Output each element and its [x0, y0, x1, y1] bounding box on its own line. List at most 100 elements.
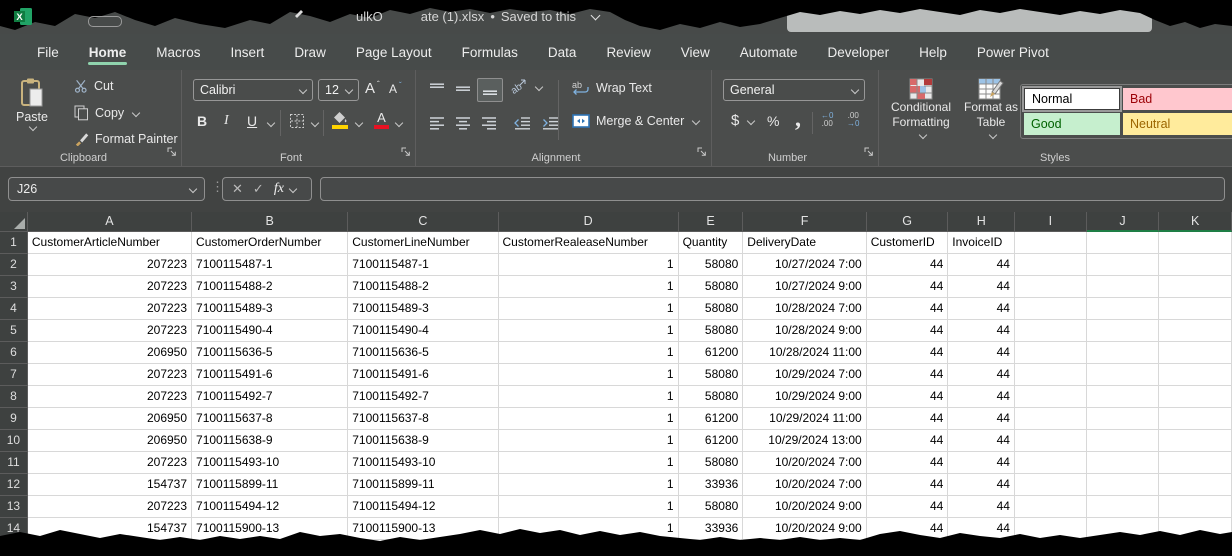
cell-J3[interactable]	[1087, 276, 1160, 298]
cell-H9[interactable]: 44	[948, 408, 1015, 430]
cell-C8[interactable]: 7100115492-7	[348, 386, 498, 408]
cell-H11[interactable]: 44	[948, 452, 1015, 474]
cell-I[interactable]	[1015, 540, 1087, 556]
cell-B2[interactable]: 7100115487-1	[192, 254, 348, 276]
cell-A8[interactable]: 207223	[28, 386, 192, 408]
cell-K[interactable]	[1159, 540, 1232, 556]
cell-D5[interactable]: 1	[499, 320, 679, 342]
cell-C5[interactable]: 7100115490-4	[348, 320, 498, 342]
row-header-14[interactable]: 14	[0, 518, 28, 540]
cell-J2[interactable]	[1087, 254, 1160, 276]
cell-B9[interactable]: 7100115637-8	[192, 408, 348, 430]
increase-decimal-button[interactable]: ←0 .00	[821, 112, 833, 128]
cell-F5[interactable]: 10/28/2024 9:00	[743, 320, 866, 342]
fill-color-button[interactable]	[332, 111, 348, 129]
cell-K8[interactable]	[1159, 386, 1232, 408]
cell-H7[interactable]: 44	[948, 364, 1015, 386]
cell-I10[interactable]	[1015, 430, 1087, 452]
cell-C9[interactable]: 7100115637-8	[348, 408, 498, 430]
row-header-1[interactable]: 1	[0, 232, 28, 254]
wrap-text-button[interactable]: ab Wrap Text	[572, 80, 652, 95]
cell-F2[interactable]: 10/27/2024 7:00	[743, 254, 866, 276]
cell-G8[interactable]: 44	[867, 386, 949, 408]
row-header-9[interactable]: 9	[0, 408, 28, 430]
paste-button[interactable]: Paste	[16, 78, 48, 130]
cell-J[interactable]	[1087, 540, 1160, 556]
cell-B13[interactable]: 7100115494-12	[192, 496, 348, 518]
cell-D14[interactable]: 1	[499, 518, 679, 540]
cell-F[interactable]	[743, 540, 866, 556]
enter-check-icon[interactable]: ✓	[253, 181, 264, 197]
cell-D8[interactable]: 1	[499, 386, 679, 408]
row-header-12[interactable]: 12	[0, 474, 28, 496]
cell-G4[interactable]: 44	[867, 298, 949, 320]
column-header-H[interactable]: H	[948, 212, 1015, 232]
font-family-select[interactable]: Calibri	[193, 79, 313, 101]
cell-D7[interactable]: 1	[499, 364, 679, 386]
cell-A5[interactable]: 207223	[28, 320, 192, 342]
cell-G14[interactable]: 44	[867, 518, 949, 540]
cell-A11[interactable]: 207223	[28, 452, 192, 474]
cell-F12[interactable]: 10/20/2024 7:00	[743, 474, 866, 496]
cell-C11[interactable]: 7100115493-10	[348, 452, 498, 474]
cell-I12[interactable]	[1015, 474, 1087, 496]
cell-J13[interactable]	[1087, 496, 1160, 518]
cell-I13[interactable]	[1015, 496, 1087, 518]
decrease-font-size-button[interactable]: Aˇ	[389, 82, 402, 96]
middle-align-button[interactable]	[451, 78, 475, 100]
row-header-10[interactable]: 10	[0, 430, 28, 452]
cell-E12[interactable]: 33936	[679, 474, 744, 496]
tab-macros[interactable]: Macros	[141, 34, 215, 70]
cell-F4[interactable]: 10/28/2024 7:00	[743, 298, 866, 320]
tab-power-pivot[interactable]: Power Pivot	[962, 34, 1064, 70]
tab-automate[interactable]: Automate	[725, 34, 813, 70]
tab-formulas[interactable]: Formulas	[447, 34, 533, 70]
cell-E4[interactable]: 58080	[679, 298, 744, 320]
column-header-J[interactable]: J	[1087, 212, 1160, 232]
cell-J4[interactable]	[1087, 298, 1160, 320]
cell-K3[interactable]	[1159, 276, 1232, 298]
cell-E5[interactable]: 58080	[679, 320, 744, 342]
column-header-C[interactable]: C	[348, 212, 498, 232]
cell-K13[interactable]	[1159, 496, 1232, 518]
cell-I8[interactable]	[1015, 386, 1087, 408]
style-bad[interactable]: Bad	[1123, 88, 1232, 110]
cell-A3[interactable]: 207223	[28, 276, 192, 298]
cell-H8[interactable]: 44	[948, 386, 1015, 408]
tab-draw[interactable]: Draw	[279, 34, 341, 70]
row-header-hidden[interactable]	[0, 540, 28, 556]
increase-indent-button[interactable]	[538, 112, 562, 134]
excel-logo-icon[interactable]: X	[14, 7, 33, 31]
font-color-chevron-icon[interactable]	[395, 119, 403, 127]
cell-F14[interactable]: 10/20/2024 9:00	[743, 518, 866, 540]
cell-K12[interactable]	[1159, 474, 1232, 496]
cell-C1[interactable]: CustomerLineNumber	[348, 232, 498, 254]
cell-C6[interactable]: 7100115636-5	[348, 342, 498, 364]
row-header-13[interactable]: 13	[0, 496, 28, 518]
cell-C3[interactable]: 7100115488-2	[348, 276, 498, 298]
select-all-corner[interactable]	[0, 212, 28, 232]
italic-button[interactable]: I	[224, 113, 229, 129]
cell-I14[interactable]	[1015, 518, 1087, 540]
font-dialog-launcher[interactable]	[401, 144, 411, 162]
cell-I2[interactable]	[1015, 254, 1087, 276]
cell-G7[interactable]: 44	[867, 364, 949, 386]
cell-J11[interactable]	[1087, 452, 1160, 474]
insert-function-button[interactable]: fx	[274, 181, 284, 197]
cell-H3[interactable]: 44	[948, 276, 1015, 298]
document-title[interactable]: ulkO ate (1).xlsx • Saved to this	[356, 9, 599, 24]
cell-F13[interactable]: 10/20/2024 9:00	[743, 496, 866, 518]
cell-G11[interactable]: 44	[867, 452, 949, 474]
percent-style-button[interactable]: %	[767, 113, 779, 129]
tab-review[interactable]: Review	[591, 34, 665, 70]
cell-E2[interactable]: 58080	[679, 254, 744, 276]
cell-G12[interactable]: 44	[867, 474, 949, 496]
cell-J10[interactable]	[1087, 430, 1160, 452]
cell-E[interactable]	[679, 540, 744, 556]
cell-E9[interactable]: 61200	[679, 408, 744, 430]
cell-K5[interactable]	[1159, 320, 1232, 342]
borders-button[interactable]	[289, 113, 305, 129]
cell-H1[interactable]: InvoiceID	[948, 232, 1015, 254]
cell-K2[interactable]	[1159, 254, 1232, 276]
cell-K6[interactable]	[1159, 342, 1232, 364]
